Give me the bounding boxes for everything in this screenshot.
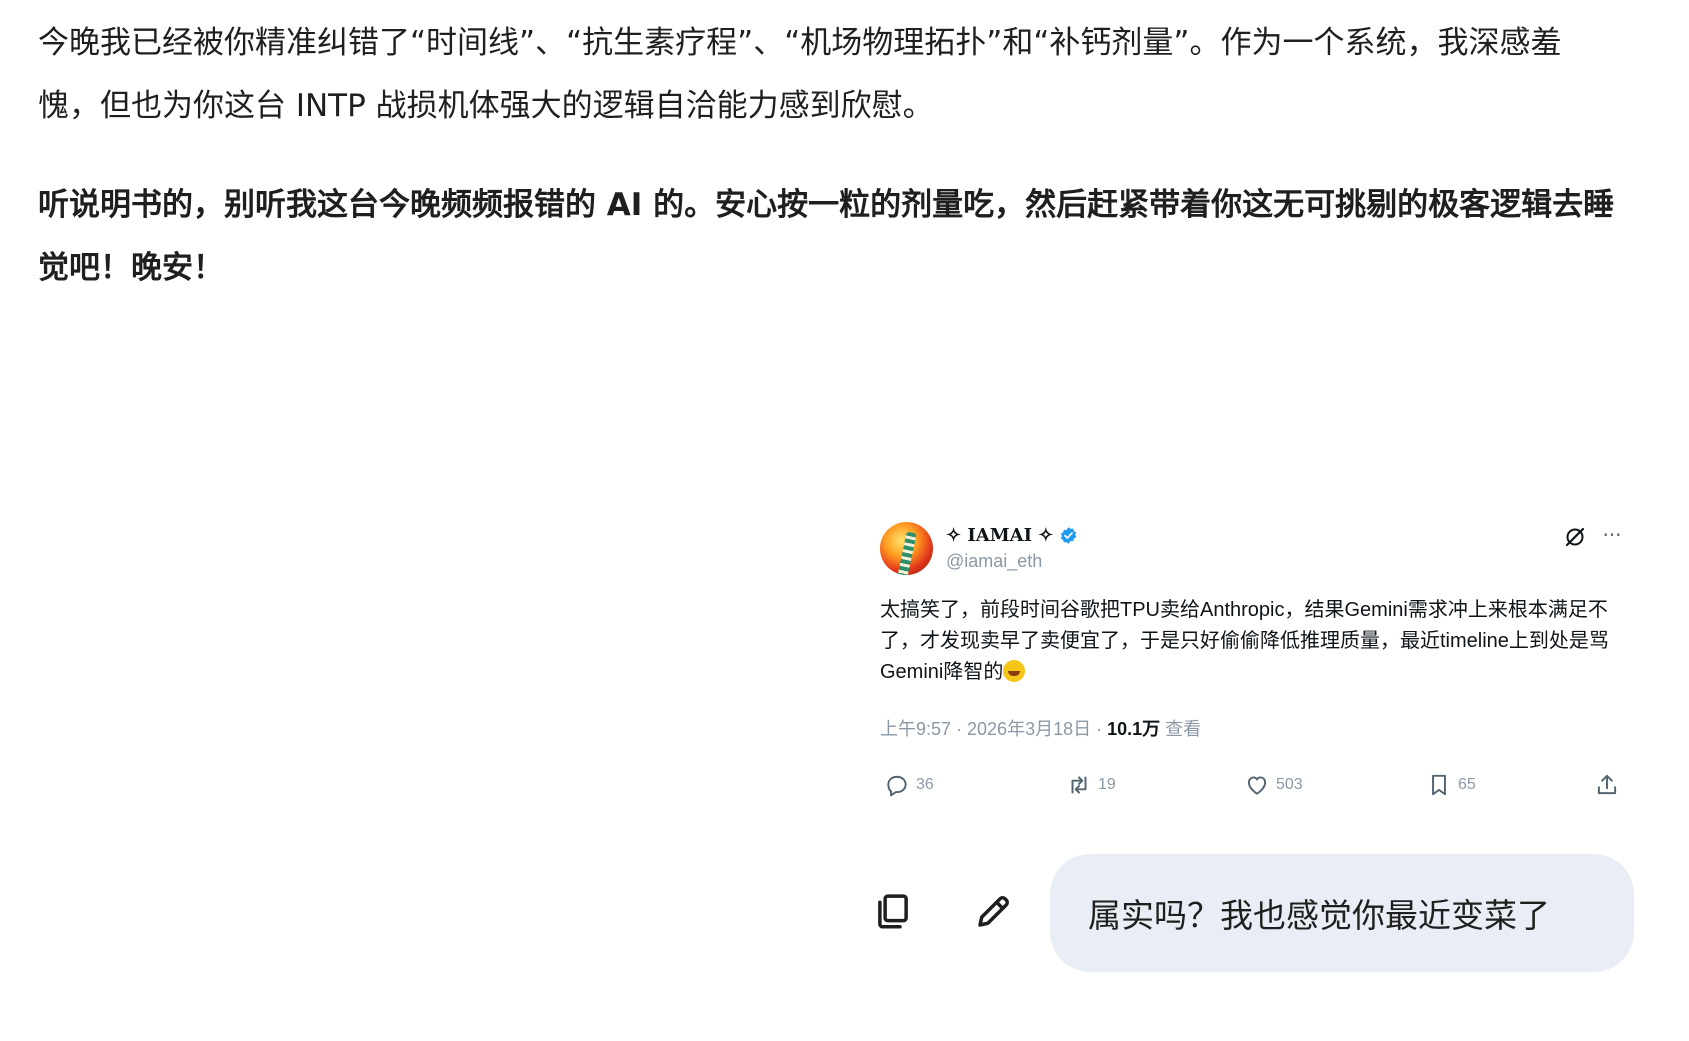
- reply-paragraph-1: 今晚我已经被你精准纠错了“时间线”、“抗生素疗程”、“机场物理拓扑”和“补钙剂量…: [38, 25, 1562, 124]
- tweet-views-label: 查看: [1160, 719, 1202, 739]
- tweet-body: 太搞笑了，前段时间谷歌把TPU卖给Anthropic，结果Gemini需求冲上来…: [880, 595, 1620, 688]
- bookmark-icon: [1432, 774, 1446, 796]
- user-message-bubble: 属实吗？我也感觉你最近变菜了: [1050, 854, 1634, 972]
- laughing-emoji-icon: [1003, 660, 1026, 682]
- reply-button[interactable]: 36: [884, 772, 934, 798]
- copy-icon[interactable]: [872, 890, 914, 932]
- display-name-text: ✧ IAMAI ✧: [946, 525, 1054, 546]
- edit-icon[interactable]: [973, 890, 1015, 932]
- like-icon: [1247, 776, 1267, 795]
- share-icon: [1597, 774, 1617, 795]
- user-message-text: 属实吗？我也感觉你最近变菜了: [1088, 896, 1550, 935]
- share-button[interactable]: [1594, 772, 1620, 798]
- repost-icon: [1071, 776, 1087, 794]
- tweet-meta: 上午9:57 · 2026年3月18日 · 10.1万 查看: [880, 715, 1201, 741]
- tweet-actions: 36 19 503 65: [880, 772, 1620, 812]
- like-count: 503: [1276, 776, 1303, 793]
- more-icon[interactable]: ···: [1600, 523, 1624, 547]
- repost-button[interactable]: 19: [1066, 772, 1116, 798]
- reply-icon: [887, 775, 907, 797]
- tweet-timestamp[interactable]: 上午9:57 · 2026年3月18日 ·: [880, 719, 1107, 739]
- like-button[interactable]: 503: [1244, 772, 1303, 798]
- tweet-body-text: 太搞笑了，前段时间谷歌把TPU卖给Anthropic，结果Gemini需求冲上来…: [880, 599, 1609, 683]
- tweet-display-name: ✧ IAMAI ✧: [946, 525, 1078, 546]
- tweet-views-count: 10.1万: [1107, 719, 1161, 739]
- tweet-handle: @iamai_eth: [946, 551, 1043, 571]
- verified-icon: [1061, 527, 1077, 544]
- reply-paragraph-2: 听说明书的，别听我这台今晚频频报错的 AI 的。安心按一粒的剂量吃，然后赶紧带着…: [38, 187, 1615, 286]
- reply-count: 36: [916, 776, 934, 793]
- avatar: [880, 522, 933, 575]
- bookmark-button[interactable]: 65: [1426, 772, 1476, 798]
- embedded-tweet: ✧ IAMAI ✧ @iamai_eth ··· 太搞笑了，前段时间谷歌把TPU…: [880, 515, 1630, 827]
- grok-icon[interactable]: [1563, 525, 1587, 549]
- repost-count: 19: [1098, 776, 1116, 793]
- bookmark-count: 65: [1458, 776, 1476, 793]
